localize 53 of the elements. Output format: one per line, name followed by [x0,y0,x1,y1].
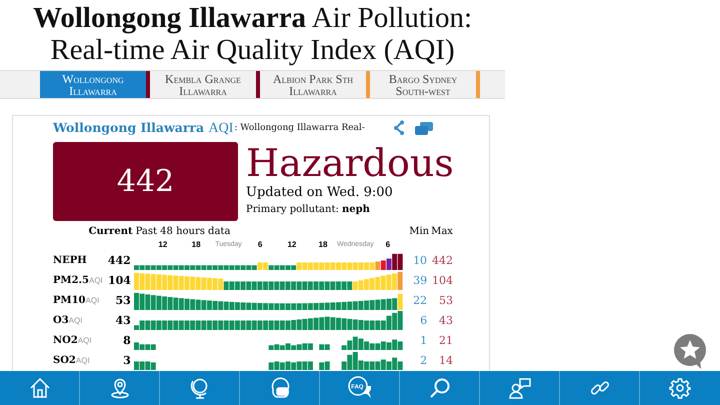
time-label: 6 [258,240,262,250]
current-value: 442 [106,254,132,266]
station-tab[interactable]: Wollongong Illawarra [40,71,150,98]
min-value: 39 [412,274,428,286]
column-header: Min [409,226,430,237]
windows-icon[interactable] [414,122,433,134]
rate-button[interactable] [673,333,707,369]
max-value: 53 [438,294,453,306]
pollutant-name: NEPH [53,254,88,266]
current-value: 43 [114,314,132,326]
time-label: 18 [192,240,201,250]
column-header: Past 48 hours data [134,226,232,237]
star-bubble-icon [673,333,707,369]
settings-icon [669,377,691,399]
aqi-level: Hazardous [246,142,454,184]
time-label: 6 [386,240,390,250]
page-title: Wollongong Illawarra Air Pollution: Real-time Air Quality Index (AQI) [32,1,474,66]
current-value: 8 [122,334,132,346]
pollutant-name: NO2AQI [53,334,93,346]
min-value: 6 [419,314,428,326]
primary-pollutant: Primary pollutant: neph [246,203,371,217]
station-title: Wollongong Illawarra AQI [53,120,234,136]
max-value: 21 [438,334,453,346]
pollutant-name: PM2.5AQI [53,274,101,286]
column-header: Max [431,226,453,237]
station-subtitle: : Wollongong Illawarra Real- [234,123,365,133]
min-value: 1 [419,334,428,346]
aqi-value-box: 442 [53,142,238,221]
min-value: 22 [412,294,428,306]
person-chat-icon [508,377,532,399]
column-header: Current [88,226,133,237]
min-value: 10 [412,254,428,266]
max-value: 104 [431,274,454,286]
min-value: 2 [419,354,428,366]
max-value: 14 [438,354,453,366]
time-label: 18 [318,240,328,250]
time-label: 12 [287,240,296,250]
search-icon [428,377,450,399]
time-label: 12 [158,240,168,250]
speech-bubbles-icon [346,376,372,400]
max-value: 442 [431,254,453,266]
pollutant-name: PM10AQI [53,294,100,306]
updated-time: Updated on Wed. 9:00 [246,184,394,202]
pollutant-name: SO2AQI [53,354,91,366]
current-value: 53 [114,294,132,306]
pollutant-name: O3AQI [53,314,84,326]
share-icon[interactable] [392,120,405,136]
map-pin-icon [108,377,130,399]
max-value: 43 [438,314,453,326]
home-icon [28,377,50,399]
current-value: 104 [106,274,132,286]
masked-head-icon [268,377,290,399]
current-value: 3 [122,354,132,366]
